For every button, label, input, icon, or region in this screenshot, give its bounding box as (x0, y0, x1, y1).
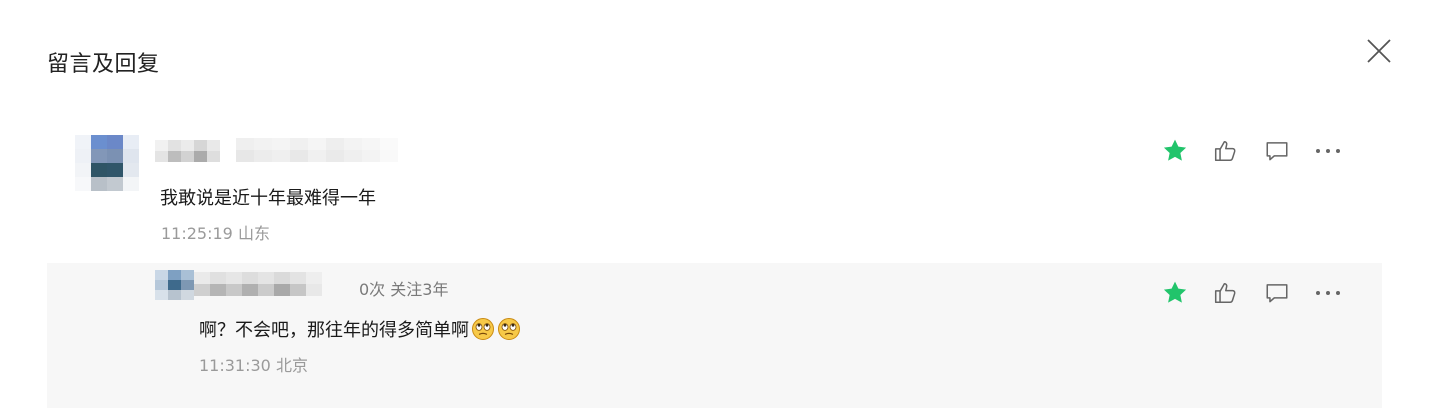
like-button[interactable] (1210, 279, 1242, 307)
comment-item: 我敢说是近十年最难得一年 11:25:19 山东 (0, 130, 1434, 250)
reply-text: 啊？不会吧，那往年的得多简单啊 (199, 316, 521, 342)
eye-roll-emoji-icon (498, 318, 520, 340)
reply-item: 0次 关注3年 啊？不会吧，那往年的得多简单啊 11:31:30 北京 (47, 263, 1382, 408)
username-blurred[interactable] (194, 272, 322, 296)
reply-button[interactable] (1261, 279, 1293, 307)
star-icon (1163, 139, 1187, 161)
more-button[interactable] (1312, 137, 1344, 165)
close-button[interactable] (1364, 36, 1394, 66)
more-icon (1316, 149, 1340, 153)
like-button[interactable] (1210, 137, 1242, 165)
avatar[interactable] (155, 270, 194, 300)
avatar[interactable] (75, 135, 139, 191)
reply-time: 11:31:30 北京 (199, 356, 308, 375)
comment-actions (1159, 137, 1344, 165)
eye-roll-emoji-icon (472, 318, 494, 340)
user-meta-blurred (236, 138, 398, 162)
reply-user-meta: 0次 关注3年 (359, 280, 449, 299)
more-button[interactable] (1312, 279, 1344, 307)
star-icon (1163, 281, 1187, 303)
star-button[interactable] (1159, 137, 1191, 165)
username-blurred[interactable] (155, 140, 220, 162)
reply-button[interactable] (1261, 137, 1293, 165)
close-icon (1367, 39, 1391, 63)
thumbs-up-icon (1214, 283, 1236, 303)
comment-icon (1266, 142, 1288, 161)
star-button[interactable] (1159, 279, 1191, 307)
more-icon (1316, 291, 1340, 295)
reply-actions (1159, 279, 1344, 307)
reply-text-content: 啊？不会吧，那往年的得多简单啊 (199, 320, 469, 341)
comment-icon (1266, 284, 1288, 303)
panel-title: 留言及回复 (47, 52, 160, 77)
comment-time: 11:25:19 山东 (161, 224, 270, 243)
thumbs-up-icon (1214, 141, 1236, 161)
comment-text: 我敢说是近十年最难得一年 (160, 188, 376, 209)
